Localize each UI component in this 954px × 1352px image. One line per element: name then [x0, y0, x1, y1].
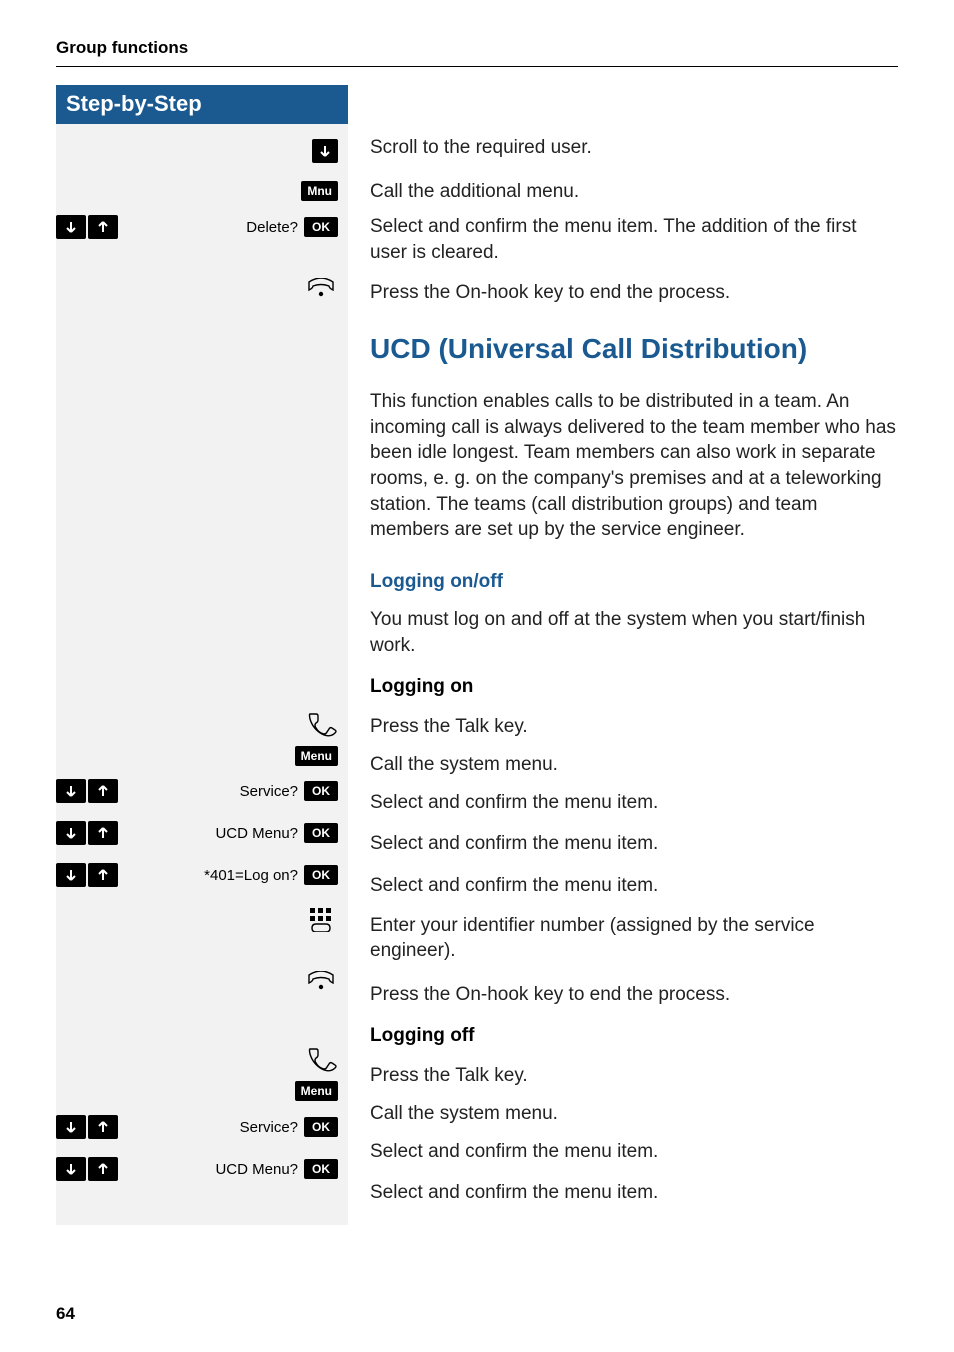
arrow-up-key[interactable]	[88, 1115, 118, 1139]
step-text: Select and confirm the menu item.	[370, 1139, 898, 1165]
talk-key-icon[interactable]	[304, 1045, 338, 1073]
step-text: Enter your identifier number (assigned b…	[370, 913, 898, 964]
step-text: Press the Talk key.	[370, 1063, 898, 1089]
logging-desc: You must log on and off at the system wh…	[370, 607, 898, 658]
subsection-logging-off: Logging off	[370, 1025, 898, 1047]
subsection-logging-on: Logging on	[370, 676, 898, 698]
ucd-intro: This function enables calls to be distri…	[370, 389, 898, 543]
step-text: Select and confirm the menu item.	[370, 831, 898, 857]
arrow-down-key[interactable]	[56, 1157, 86, 1181]
ok-button[interactable]: OK	[304, 217, 338, 237]
arrow-up-key[interactable]	[88, 1157, 118, 1181]
talk-key-icon[interactable]	[304, 710, 338, 738]
arrow-down-key[interactable]	[312, 139, 338, 163]
mnu-button[interactable]: Mnu	[301, 181, 338, 201]
step-text: Select and confirm the menu item.	[370, 1180, 898, 1206]
step-text: Select and confirm the menu item. The ad…	[370, 214, 898, 265]
onhook-icon[interactable]	[304, 277, 338, 305]
step-by-step-header: Step-by-Step	[56, 85, 348, 124]
step-text: Press the Talk key.	[370, 714, 898, 740]
onhook-icon[interactable]	[304, 970, 338, 998]
step-text: Press the On-hook key to end the process…	[370, 280, 898, 306]
arrow-down-key[interactable]	[56, 779, 86, 803]
ok-button[interactable]: OK	[304, 1159, 338, 1179]
step-text: Scroll to the required user.	[370, 135, 898, 161]
keypad-icon[interactable]	[304, 905, 338, 933]
ok-button[interactable]: OK	[304, 865, 338, 885]
step-text: Call the additional menu.	[370, 179, 898, 205]
menu-item-ucd: UCD Menu?	[215, 825, 298, 842]
step-text: Call the system menu.	[370, 752, 898, 778]
page-header: Group functions	[56, 38, 898, 67]
arrow-down-key[interactable]	[56, 1115, 86, 1139]
menu-item-delete: Delete?	[246, 219, 298, 236]
menu-item-service: Service?	[240, 1119, 298, 1136]
arrow-up-key[interactable]	[88, 779, 118, 803]
ok-button[interactable]: OK	[304, 823, 338, 843]
arrow-down-key[interactable]	[56, 215, 86, 239]
arrow-down-key[interactable]	[56, 821, 86, 845]
ok-button[interactable]: OK	[304, 1117, 338, 1137]
main-content: Scroll to the required user. Call the ad…	[348, 85, 898, 1206]
step-text: Call the system menu.	[370, 1101, 898, 1127]
ok-button[interactable]: OK	[304, 781, 338, 801]
menu-item-logon: *401=Log on?	[204, 867, 298, 884]
arrow-down-key[interactable]	[56, 863, 86, 887]
step-sidebar: Step-by-Step Mnu	[56, 85, 348, 1225]
section-title-ucd: UCD (Universal Call Distribution)	[370, 333, 898, 365]
arrow-up-key[interactable]	[88, 821, 118, 845]
menu-button[interactable]: Menu	[295, 1081, 338, 1101]
menu-button[interactable]: Menu	[295, 746, 338, 766]
step-text: Select and confirm the menu item.	[370, 790, 898, 816]
step-text: Press the On-hook key to end the process…	[370, 982, 898, 1008]
page-number: 64	[56, 1304, 75, 1324]
subsection-logging-onoff: Logging on/off	[370, 571, 898, 593]
arrow-up-key[interactable]	[88, 863, 118, 887]
menu-item-service: Service?	[240, 783, 298, 800]
menu-item-ucd: UCD Menu?	[215, 1161, 298, 1178]
arrow-up-key[interactable]	[88, 215, 118, 239]
step-text: Select and confirm the menu item.	[370, 873, 898, 899]
